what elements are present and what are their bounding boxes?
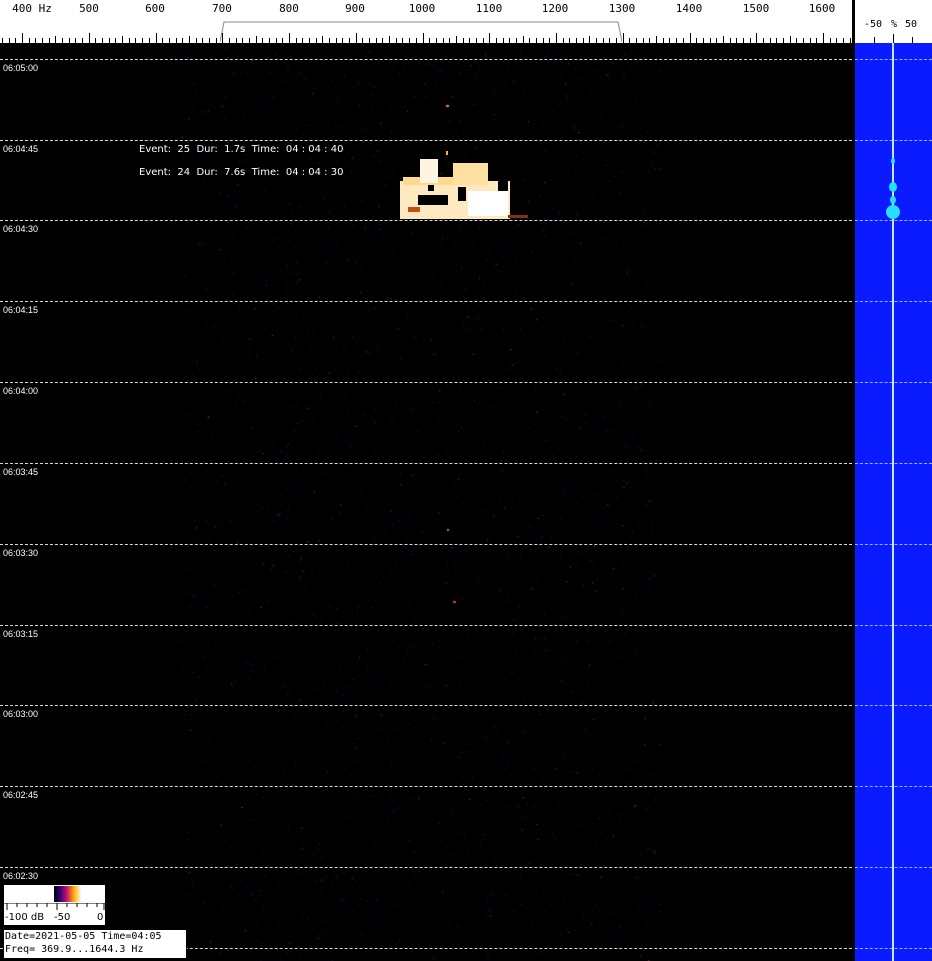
ruler-tick — [489, 33, 490, 43]
time-label: 06:02:45 — [3, 790, 39, 800]
percent-max-label: 50 — [905, 19, 918, 30]
detection-mark — [891, 158, 895, 164]
time-label: 06:03:45 — [3, 467, 39, 477]
time-gridline — [0, 786, 852, 787]
freq-label-1300: 1300 — [608, 2, 636, 15]
percent-scale-header: -50 % 50 — [855, 0, 932, 43]
time-label: 06:04:15 — [3, 305, 39, 315]
ruler-tick — [89, 33, 90, 43]
detection-mark — [886, 205, 900, 219]
freq-label-400: 400 Hz — [12, 2, 52, 15]
time-gridline — [0, 705, 852, 706]
color-scale-legend: -100 dB -50 0 — [3, 884, 106, 926]
percent-min-label: -50 — [864, 19, 883, 30]
color-scale-max-label: 0 — [97, 912, 104, 923]
date-time-line: Date=2021-05-05 Time=04:05 — [5, 931, 162, 942]
color-scale-bar — [4, 886, 54, 902]
ruler-tick — [22, 33, 23, 43]
color-scale-min-label: -100 dB — [5, 912, 45, 923]
time-label: 06:04:30 — [3, 224, 39, 234]
event-label-24: Event: 24 Dur: 7.6s Time: 04 : 04 : 30 — [139, 167, 344, 178]
ruler-tick — [389, 36, 390, 43]
freq-label-1400: 1400 — [675, 2, 703, 15]
freq-label-1600: 1600 — [808, 2, 836, 15]
ruler-tick — [756, 33, 757, 43]
freq-label-600: 600 — [145, 2, 165, 15]
ruler-tick — [156, 33, 157, 43]
ruler-tick — [322, 36, 323, 43]
ruler-tick — [423, 33, 424, 43]
freq-label-1100: 1100 — [475, 2, 503, 15]
freq-label-1200: 1200 — [541, 2, 569, 15]
ruler-tick — [589, 36, 590, 43]
meteor-echo-signal — [400, 151, 528, 219]
time-gridline — [0, 544, 852, 545]
ruler-tick — [556, 33, 557, 43]
time-label: 06:04:00 — [3, 386, 39, 396]
waterfall-spectrogram[interactable]: 06:05:00 06:04:45 06:04:30 06:04:15 06:0… — [0, 43, 852, 961]
detection-mark — [890, 196, 896, 204]
time-gridline — [0, 867, 852, 868]
time-gridline — [0, 463, 852, 464]
time-gridline — [0, 59, 852, 60]
ruler-tick — [289, 33, 290, 43]
freq-label-800: 800 — [279, 2, 299, 15]
time-label: 06:03:00 — [3, 709, 39, 719]
time-gridline — [0, 140, 852, 141]
time-gridline — [0, 382, 852, 383]
info-box: Date=2021-05-05 Time=04:05 Freq= 369.9..… — [3, 929, 187, 959]
percent-unit-label: % — [891, 19, 898, 30]
freq-label-700: 700 — [212, 2, 232, 15]
ruler-tick — [723, 36, 724, 43]
ruler-tick — [55, 36, 56, 43]
freq-label-1500: 1500 — [742, 2, 770, 15]
ruler-tick — [790, 36, 791, 43]
frequency-ruler: 400 Hz 500 600 700 800 900 1000 1100 120… — [0, 0, 852, 43]
ruler-tick — [122, 36, 123, 43]
ruler-tick — [656, 36, 657, 43]
ruler-tick — [623, 33, 624, 43]
color-scale-mid-label: -50 — [54, 912, 71, 923]
ruler-tick — [189, 36, 190, 43]
color-scale-ticks — [4, 903, 105, 910]
ruler-tick — [356, 33, 357, 43]
ruler-tick — [690, 33, 691, 43]
frequency-range-line: Freq= 369.9...1644.3 Hz — [5, 944, 144, 955]
color-scale-gradient — [54, 886, 104, 902]
time-label: 06:03:15 — [3, 629, 39, 639]
event-label-25: Event: 25 Dur: 1.7s Time: 04 : 04 : 40 — [139, 144, 344, 155]
ruler-tick — [256, 36, 257, 43]
time-gridline — [0, 625, 852, 626]
freq-label-900: 900 — [345, 2, 365, 15]
center-line — [892, 43, 894, 961]
time-label: 06:03:30 — [3, 548, 39, 558]
ruler-tick — [823, 33, 824, 43]
ruler-tick — [456, 36, 457, 43]
percent-tick — [893, 34, 894, 43]
freq-label-1000: 1000 — [408, 2, 436, 15]
time-label: 06:02:30 — [3, 871, 39, 881]
ruler-tick — [222, 33, 223, 43]
passband-bracket — [220, 21, 622, 42]
detection-mark — [889, 182, 897, 192]
time-label: 06:05:00 — [3, 63, 39, 73]
detection-strip — [855, 43, 932, 961]
freq-label-500: 500 — [79, 2, 99, 15]
ruler-tick — [523, 36, 524, 43]
time-gridline — [0, 301, 852, 302]
time-label: 06:04:45 — [3, 144, 39, 154]
